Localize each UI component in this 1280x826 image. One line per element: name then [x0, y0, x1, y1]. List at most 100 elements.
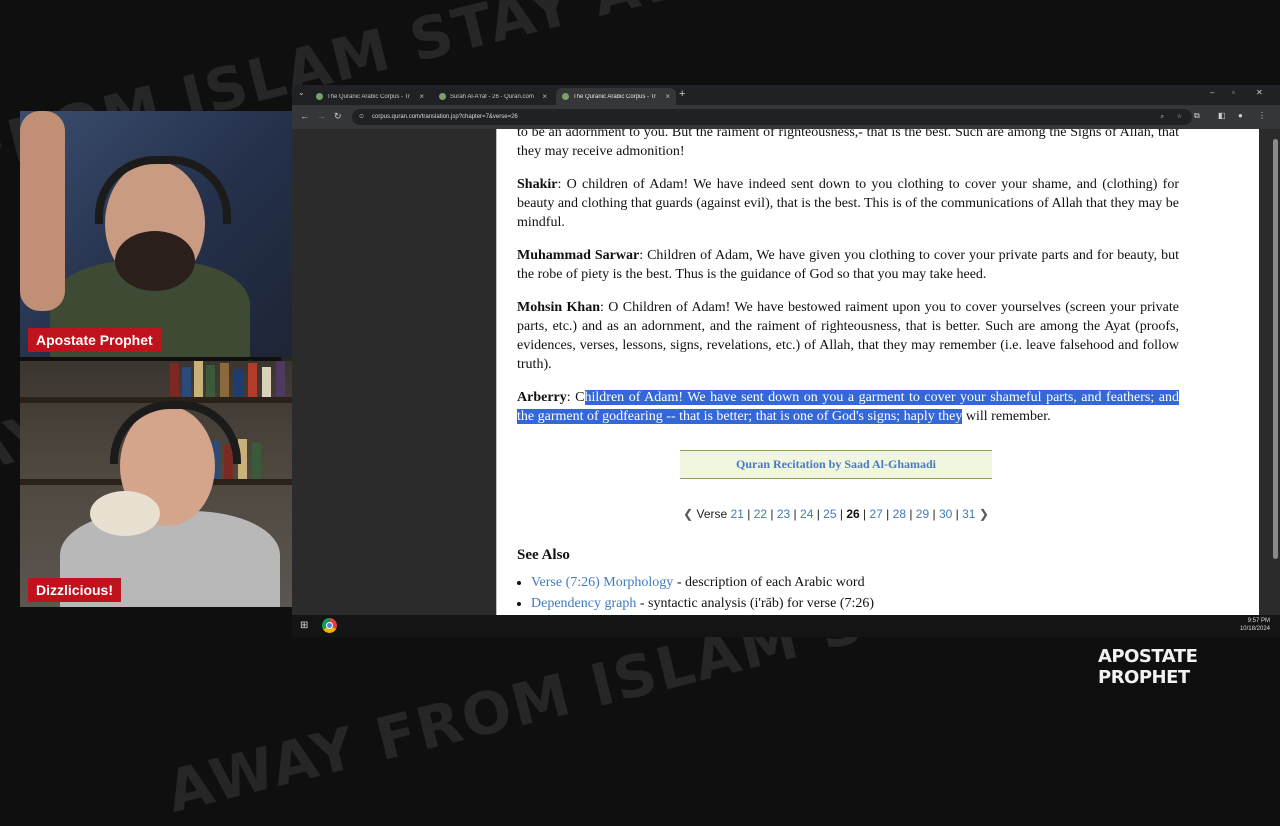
- verse-link-30[interactable]: 30: [939, 507, 952, 521]
- taskbar: ⊞ 9:57 PM 10/18/2024: [292, 615, 1280, 637]
- close-icon[interactable]: ×: [542, 92, 547, 101]
- verse-link-24[interactable]: 24: [800, 507, 813, 521]
- beard: [115, 231, 195, 291]
- headphones: [95, 156, 231, 224]
- site-info-icon[interactable]: ⊙: [359, 109, 364, 125]
- scrollbar-thumb[interactable]: [1273, 139, 1278, 559]
- tab-2[interactable]: Surah Al-A'raf - 26 - Quran.com ×: [433, 88, 553, 105]
- verse-link-21[interactable]: 21: [731, 507, 744, 521]
- clock-date: 10/18/2024: [1239, 626, 1270, 632]
- tab-1[interactable]: The Quranic Arabic Corpus - Tr ×: [310, 88, 430, 105]
- scrollbar[interactable]: [1270, 129, 1280, 615]
- chrome-icon[interactable]: [322, 618, 337, 633]
- dependency-graph-link[interactable]: Dependency graph: [531, 596, 636, 611]
- close-window-icon[interactable]: ✕: [1256, 88, 1263, 97]
- extensions-icon[interactable]: ⧉: [1194, 111, 1200, 121]
- book: [194, 361, 203, 397]
- channel-logo: APOSTATE PROPHET: [1098, 646, 1198, 688]
- verse-link-29[interactable]: 29: [916, 507, 929, 521]
- book: [234, 369, 243, 397]
- translation-sarwar: Muhammad Sarwar: Children of Adam, We ha…: [517, 246, 1179, 284]
- book: [170, 363, 179, 397]
- translation-text-pre: : C: [566, 390, 585, 405]
- zoom-icon[interactable]: ⌕: [1161, 109, 1164, 125]
- tab-bar: ⌄ The Quranic Arabic Corpus - Tr × Surah…: [292, 85, 1280, 105]
- book: [252, 443, 261, 479]
- translator-name: Mohsin Khan: [517, 300, 600, 315]
- verse-link-22[interactable]: 22: [754, 507, 767, 521]
- verse-link-27[interactable]: 27: [869, 507, 882, 521]
- verse-link-28[interactable]: 28: [893, 507, 906, 521]
- book: [276, 361, 285, 397]
- page-content: to be an adornment to you. But the raime…: [496, 129, 1259, 615]
- favicon-icon: [439, 93, 446, 100]
- morphology-link[interactable]: Verse (7:26) Morphology: [531, 575, 673, 590]
- translator-name: Muhammad Sarwar: [517, 248, 640, 263]
- name-tag-top: Apostate Prophet: [28, 328, 161, 352]
- new-tab-button[interactable]: +: [679, 88, 685, 100]
- see-also-list: Verse (7:26) Morphology - description of…: [517, 573, 1179, 613]
- close-icon[interactable]: ×: [419, 92, 424, 101]
- address-bar[interactable]: ⊙ corpus.quran.com/translation.jsp?chapt…: [352, 109, 1192, 125]
- reload-icon[interactable]: ↻: [334, 111, 342, 122]
- headphones: [110, 401, 241, 464]
- tab-search-icon[interactable]: ⌄: [298, 88, 305, 97]
- prev-verse-icon[interactable]: ❮: [683, 507, 693, 521]
- selected-text[interactable]: hildren of Adam! We have sent down on yo…: [517, 390, 1179, 424]
- name-tag-bottom: Dizzlicious!: [28, 578, 122, 602]
- translator-name: Shakir: [517, 177, 558, 192]
- translation-column: to be an adornment to you. But the raime…: [517, 129, 1179, 615]
- verse-navigation: ❮ Verse 21 | 22 | 23 | 24 | 25 | 26 | 27…: [683, 507, 989, 521]
- next-verse-icon[interactable]: ❯: [979, 507, 989, 521]
- profile-avatar-icon[interactable]: ●: [1238, 111, 1243, 120]
- verse-label: Verse: [696, 507, 728, 521]
- book: [248, 363, 257, 397]
- verse-link-25[interactable]: 25: [823, 507, 836, 521]
- extension-icon[interactable]: ◧: [1218, 111, 1226, 120]
- minimize-icon[interactable]: –: [1210, 88, 1214, 97]
- book: [206, 365, 215, 397]
- url-text: corpus.quran.com/translation.jsp?chapter…: [372, 114, 518, 120]
- translation-mohsin-khan: Mohsin Khan: O Children of Adam! We have…: [517, 298, 1179, 374]
- close-icon[interactable]: ×: [665, 92, 670, 101]
- current-verse: 26: [846, 507, 860, 521]
- translation-text: : O Children of Adam! We have bestowed r…: [517, 300, 1179, 372]
- webcam-top: [20, 111, 292, 357]
- verse-link-31[interactable]: 31: [962, 507, 975, 521]
- favicon-icon: [562, 93, 569, 100]
- menu-icon[interactable]: ⋮: [1258, 111, 1266, 120]
- lead-paragraph: to be an adornment to you. But the raime…: [517, 129, 1179, 159]
- browser-window: ⌄ The Quranic Arabic Corpus - Tr × Surah…: [292, 85, 1280, 615]
- favicon-icon: [316, 93, 323, 100]
- figurine: [90, 491, 160, 536]
- tab-title: The Quranic Arabic Corpus - Tr: [573, 93, 657, 100]
- page-viewport: to be an adornment to you. But the raime…: [292, 129, 1280, 615]
- list-item-desc: - description of each Arabic word: [673, 575, 865, 590]
- verse-link-23[interactable]: 23: [777, 507, 790, 521]
- system-clock[interactable]: 9:57 PM 10/18/2024: [1240, 617, 1270, 633]
- recitation-button[interactable]: Quran Recitation by Saad Al-Ghamadi: [680, 450, 992, 479]
- windows-start-icon[interactable]: ⊞: [300, 620, 308, 631]
- tab-title: Surah Al-A'raf - 26 - Quran.com: [450, 93, 534, 100]
- book: [220, 363, 229, 397]
- translation-text-post: will remember.: [962, 409, 1051, 424]
- translator-name: Arberry: [517, 390, 567, 405]
- translation-shakir: Shakir: O children of Adam! We have inde…: [517, 175, 1179, 232]
- bookmark-star-icon[interactable]: ☆: [1177, 109, 1182, 125]
- clock-time: 9:57 PM: [1247, 618, 1270, 624]
- tab-3[interactable]: The Quranic Arabic Corpus - Tr ×: [556, 88, 676, 105]
- maximize-icon[interactable]: ▫: [1232, 88, 1235, 97]
- back-arrow-icon[interactable]: ←: [300, 111, 309, 121]
- browser-toolbar: ← → ↻ ⊙ corpus.quran.com/translation.jsp…: [292, 105, 1280, 129]
- list-item-desc: - syntactic analysis (i'rāb) for verse (…: [636, 596, 875, 611]
- forward-arrow-icon[interactable]: →: [317, 111, 326, 121]
- translation-arberry: Arberry: Children of Adam! We have sent …: [517, 388, 1179, 426]
- raised-arm: [20, 111, 65, 311]
- translation-text: : O children of Adam! We have indeed sen…: [517, 177, 1179, 230]
- list-item: Verse (7:26) Morphology - description of…: [531, 573, 1179, 592]
- see-also-heading: See Also: [517, 547, 570, 563]
- book: [262, 367, 271, 397]
- list-item: Dependency graph - syntactic analysis (i…: [531, 594, 1179, 613]
- tab-title: The Quranic Arabic Corpus - Tr: [327, 93, 411, 100]
- book: [182, 367, 191, 397]
